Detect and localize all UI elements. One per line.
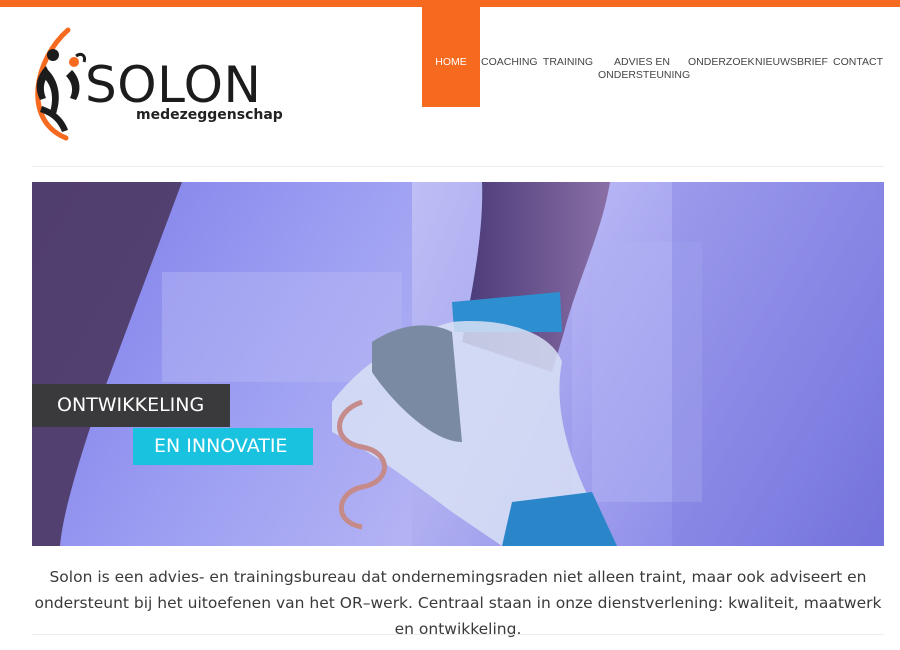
nav-item-advies-en-ondersteuning[interactable]: ADVIES EN ONDERSTEUNING [598, 7, 690, 107]
nav-item-contact[interactable]: CONTACT [829, 7, 887, 107]
intro-paragraph: Solon is een advies- en trainingsbureau … [34, 568, 882, 638]
logo-figures-icon [35, 27, 86, 141]
hero-caption-line1: ONTWIKKELING [32, 384, 230, 427]
solon-logo[interactable]: SOLON medezeggenschap [32, 26, 283, 144]
hero-photo-shoe [32, 182, 884, 546]
header-divider [32, 166, 884, 167]
hero-caption-line2: EN INNOVATIE [133, 428, 313, 465]
nav-item-nieuwsbrief[interactable]: NIEUWSBRIEF [755, 7, 828, 107]
nav-item-coaching[interactable]: COACHING [481, 7, 538, 107]
hero-slider-image[interactable] [32, 182, 884, 546]
logo-name: SOLON [85, 56, 262, 114]
nav-item-training[interactable]: TRAINING [541, 7, 595, 107]
content-divider [32, 634, 884, 635]
nav-item-onderzoek[interactable]: ONDERZOEK [688, 7, 755, 107]
nav-item-home[interactable]: HOME [422, 7, 480, 107]
logo-tagline: medezeggenschap [136, 107, 283, 123]
top-accent-bar [0, 0, 900, 7]
